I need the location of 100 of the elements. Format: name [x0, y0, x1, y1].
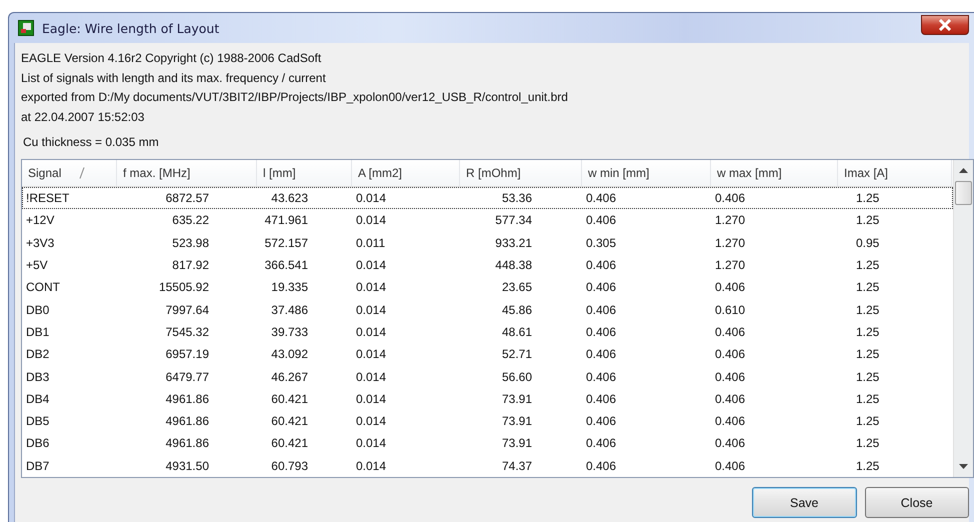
table-cell: 7545.32: [166, 324, 209, 339]
table-cell: 0.014: [356, 191, 386, 206]
table-cell: 0.014: [356, 213, 386, 228]
table-cell: 1.25: [856, 392, 880, 406]
table-cell: 1.25: [856, 324, 880, 339]
table-cell: +5V: [26, 258, 48, 272]
scroll-down-icon[interactable]: [959, 464, 968, 469]
table-cell: 0.406: [715, 436, 746, 450]
table-row[interactable]: DB4 4961.86 60.421 0.014 73.91 0.406 0.406 1.25: [22, 388, 953, 410]
table-cell: 0.610: [715, 302, 746, 317]
table-cell: 1.25: [856, 302, 880, 317]
table-cell: 4961.86: [166, 414, 209, 428]
column-header[interactable]: Imax [A]: [838, 160, 952, 186]
table-cell: 817.92: [172, 258, 209, 272]
column-header[interactable]: l [mm]: [257, 160, 352, 186]
table-row[interactable]: +3V3 523.98 572.157 0.011 933.21 0.305 1.270 0.95: [22, 232, 953, 254]
info-text: at 22.04.2007 15:52:03: [21, 108, 146, 126]
table-cell: 0.406: [586, 414, 616, 428]
table-cell: 1.270: [715, 236, 746, 250]
scrollbar[interactable]: [953, 160, 973, 477]
table-cell: 471.961: [264, 213, 308, 228]
table-cell: 0.406: [586, 191, 616, 206]
table-cell: 366.541: [264, 258, 308, 272]
table-row[interactable]: DB1 7545.32 39.733 0.014 48.61 0.406 0.406 1.25: [22, 320, 953, 344]
dialog-button[interactable]: Save: [752, 487, 856, 518]
table-cell: 635.22: [172, 213, 209, 228]
table-cell: 74.37: [502, 458, 532, 473]
table-row[interactable]: DB0 7997.64 37.486 0.014 45.86 0.406 0.610 1.25: [22, 298, 953, 321]
table-cell: 0.014: [356, 302, 386, 317]
table-cell: 56.60: [502, 370, 532, 384]
table-cell: 0.014: [356, 347, 386, 362]
table-cell: 0.406: [586, 302, 616, 317]
table-cell: 39.733: [271, 324, 308, 339]
table-cell: 523.98: [172, 236, 209, 250]
table-cell: CONT: [26, 280, 60, 294]
info-text: exported from D:/My documents/VUT/3BIT2/IBP/Projects/IBP_xpolon00/ver12_USB_R/control_unit.brd: [21, 89, 569, 106]
table-cell: 4961.86: [166, 392, 209, 406]
table-cell: 0.406: [586, 458, 616, 473]
table-row[interactable]: DB3 6479.77 46.267 0.014 56.60 0.406 0.406 1.25: [22, 365, 953, 388]
table-cell: 1.25: [856, 258, 880, 272]
table-row[interactable]: +5V 817.92 366.541 0.014 448.38 0.406 1.270 1.25: [22, 254, 953, 276]
table-cell: 0.406: [715, 280, 746, 294]
close-icon: [938, 19, 952, 31]
table-cell: DB7: [26, 458, 50, 473]
table-row[interactable]: DB7 4931.50 60.793 0.014 74.37 0.406 0.406 1.25: [22, 454, 953, 477]
table-cell: 73.91: [502, 436, 532, 450]
table-cell: 0.406: [586, 280, 616, 294]
scroll-up-icon[interactable]: [959, 168, 968, 173]
column-header[interactable]: w max [mm]: [711, 160, 838, 186]
table-cell: 45.86: [502, 302, 532, 317]
table-cell: 0.011: [356, 236, 386, 250]
table-row[interactable]: DB6 4961.86 60.421 0.014 73.91 0.406 0.406 1.25: [22, 432, 953, 455]
table-cell: 0.014: [356, 458, 386, 473]
table-cell: 0.406: [715, 370, 746, 384]
table-cell: +12V: [26, 213, 54, 228]
info-text: List of signals with length and its max. frequency / current: [21, 70, 327, 86]
column-header[interactable]: w min [mm]: [582, 160, 711, 186]
scroll-thumb[interactable]: [955, 181, 972, 205]
table-cell: +3V3: [26, 236, 54, 250]
table-cell: 4961.86: [166, 436, 209, 450]
table-cell: 1.270: [715, 213, 746, 228]
table-cell: 0.014: [356, 258, 386, 272]
table-cell: 73.91: [502, 392, 532, 406]
table-row[interactable]: DB2 6957.19 43.092 0.014 52.71 0.406 0.406 1.25: [22, 343, 953, 366]
table-cell: 1.25: [856, 347, 880, 362]
table-row[interactable]: !RESET 6872.57 43.623 0.014 53.36 0.406 0.406 1.25: [22, 187, 953, 210]
column-header[interactable]: A [mm2]: [352, 160, 460, 186]
table-cell: 0.406: [586, 370, 616, 384]
info-text: EAGLE Version 4.16r2 Copyright (c) 1988-2006 CadSoft: [21, 50, 322, 67]
table-cell: 1.25: [856, 280, 880, 294]
table-cell: 6479.77: [166, 370, 209, 384]
table-row[interactable]: +12V 635.22 471.961 0.014 577.34 0.406 1.270 1.25: [22, 209, 953, 232]
table-cell: 37.486: [271, 302, 308, 317]
column-header[interactable]: f max. [MHz]: [117, 160, 257, 186]
dialog-button[interactable]: Close: [864, 487, 969, 518]
table-cell: 0.014: [356, 370, 386, 384]
table-cell: 6872.57: [166, 191, 209, 206]
table-cell: 1.25: [856, 458, 880, 473]
table-cell: 0.406: [715, 324, 746, 339]
table-cell: 0.406: [715, 414, 746, 428]
table-cell: 0.95: [856, 236, 880, 250]
table-cell: 19.335: [271, 280, 308, 294]
table-cell: 23.65: [502, 280, 532, 294]
table-row[interactable]: DB5 4961.86 60.421 0.014 73.91 0.406 0.406 1.25: [22, 410, 953, 432]
table-cell: !RESET: [26, 191, 70, 206]
column-header[interactable]: Signal: [22, 160, 117, 186]
close-button[interactable]: [921, 15, 969, 35]
table-row[interactable]: CONT 15505.92 19.335 0.014 23.65 0.406 0.406 1.25: [22, 276, 953, 298]
app-icon: [18, 20, 34, 36]
table-cell: 0.014: [356, 436, 386, 450]
column-header[interactable]: R [mOhm]: [460, 160, 582, 186]
table-cell: 0.406: [586, 258, 616, 272]
table-cell: 15505.92: [158, 280, 209, 294]
table-cell: 1.270: [715, 258, 746, 272]
table-cell: 933.21: [495, 236, 532, 250]
table-cell: 1.25: [856, 213, 880, 228]
table-cell: 60.421: [271, 392, 308, 406]
table-cell: 1.25: [856, 436, 880, 450]
table-cell: 0.406: [715, 458, 746, 473]
table-cell: 46.267: [271, 370, 308, 384]
